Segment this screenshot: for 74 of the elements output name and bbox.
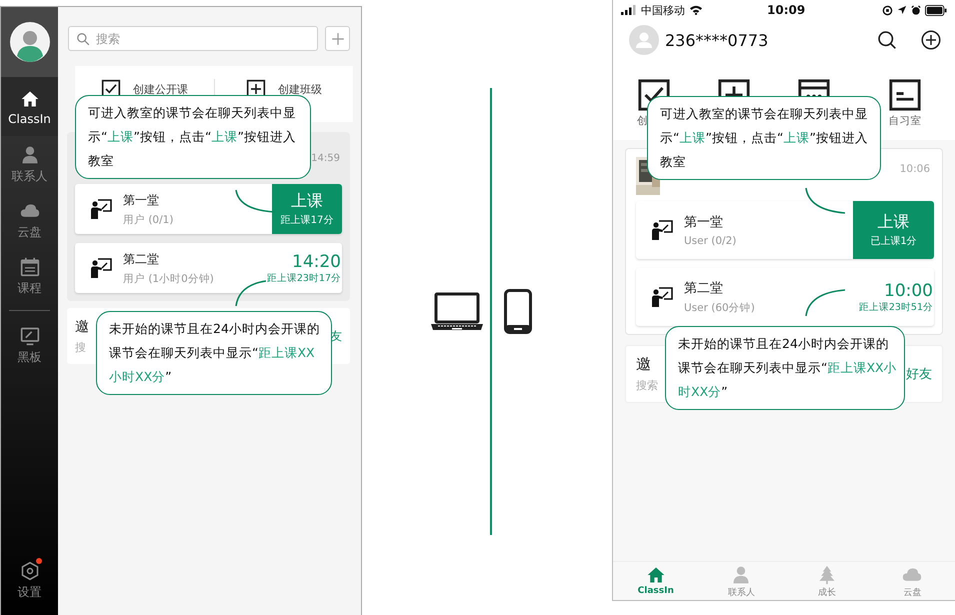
sidebar-item[interactable]: 课程 xyxy=(1,248,58,304)
home-icon xyxy=(646,565,666,585)
lesson-title: 第一堂 xyxy=(684,214,724,231)
note-icon[interactable] xyxy=(888,78,922,112)
rotation-lock-icon xyxy=(882,4,893,16)
tab[interactable]: 成长 xyxy=(784,562,870,600)
battery-icon xyxy=(925,4,947,16)
countdown-text: 距上课23时17分 xyxy=(266,272,341,284)
tab[interactable]: ClassIn xyxy=(613,562,698,600)
lesson-subtitle: User (60分钟) xyxy=(684,301,756,315)
lesson-card[interactable]: 第二堂 用户 (1小时0分钟) 14:20 距上课23时17分 xyxy=(75,243,342,293)
search-icon xyxy=(76,32,90,46)
home-icon xyxy=(20,89,40,109)
signal-icon xyxy=(621,5,637,15)
countdown-text: 距上课23时51分 xyxy=(858,300,933,314)
settings-item[interactable]: 设置 xyxy=(1,552,58,615)
search-icon[interactable] xyxy=(877,30,897,50)
teacher-board-icon xyxy=(650,286,674,308)
teacher-board-icon xyxy=(650,219,674,241)
tab[interactable]: 云盘 xyxy=(870,562,955,600)
quick-action-label: 创 xyxy=(637,114,648,128)
leader-line xyxy=(803,186,848,216)
sidebar-item[interactable]: ClassIn xyxy=(1,77,58,136)
enter-class-button[interactable]: 上课 已上课1分 xyxy=(853,201,934,259)
chat-time: 14:59 xyxy=(311,152,340,164)
avatar[interactable] xyxy=(10,22,50,62)
lesson-subtitle: 用户 (1小时0分钟) xyxy=(123,272,215,286)
location-icon xyxy=(897,5,907,15)
teacher-board-icon xyxy=(89,257,113,279)
invite-title: 邀 xyxy=(75,318,89,336)
invite-link[interactable]: 好友 xyxy=(906,365,932,383)
settings-icon xyxy=(20,561,40,581)
wifi-icon xyxy=(689,5,703,15)
monitor-icon xyxy=(20,326,40,346)
add-icon[interactable] xyxy=(921,30,941,50)
sidebar-item[interactable]: 云盘 xyxy=(1,192,58,248)
callout-text: 未开始的课节且在24小时内会开课的课节会在聊天列表中显示“距上课XX小时XX分” xyxy=(109,320,321,386)
lesson-card[interactable]: 第一堂 User (0/2) 上课 已上课1分 xyxy=(636,201,934,259)
callout-text: 未开始的课节且在24小时内会开课的课节会在聊天列表中显示“距上课XX小时XX分” xyxy=(678,335,898,401)
invite-subtitle: 搜索 xyxy=(636,378,658,393)
lesson-title: 第二堂 xyxy=(123,250,160,268)
teacher-board-icon xyxy=(89,198,113,220)
lesson-title: 第一堂 xyxy=(123,192,160,208)
plus-icon xyxy=(330,32,344,46)
lesson-card[interactable]: 第二堂 User (60分钟) 10:00 距上课23时51分 xyxy=(636,268,934,326)
tree-icon xyxy=(816,565,837,585)
laptop-icon xyxy=(430,292,484,332)
person-icon xyxy=(731,565,752,585)
start-time: 10:00 xyxy=(884,280,933,300)
callout-text: 可进入教室的课节会在聊天列表中显示“上课”按钮，点击“上课”按钮进入教室 xyxy=(88,104,297,170)
quick-action-label: 自习室 xyxy=(888,114,922,128)
sidebar-item[interactable]: 联系人 xyxy=(1,136,58,192)
callout-text: 可进入教室的课节会在聊天列表中显示“上课”按钮，点击“上课”按钮进入教室 xyxy=(660,105,869,171)
lesson-card[interactable]: 第一堂 用户 (0/1) 上课 距上课17分 xyxy=(75,184,342,234)
lesson-title: 第二堂 xyxy=(684,280,724,297)
search-field[interactable]: 搜索 xyxy=(68,26,318,51)
phone-icon xyxy=(504,289,532,334)
leader-line xyxy=(803,287,848,317)
lesson-subtitle: User (0/2) xyxy=(684,235,738,247)
lesson-subtitle: 用户 (0/1) xyxy=(123,212,174,226)
start-time: 14:20 xyxy=(292,252,341,272)
clock: 10:09 xyxy=(767,3,806,17)
enter-class-button[interactable]: 上课 距上课17分 xyxy=(272,184,342,234)
add-button[interactable] xyxy=(325,26,350,51)
carrier-name: 中国移动 xyxy=(641,2,685,18)
account-name: 236****0773 xyxy=(665,30,768,50)
invite-title: 邀 xyxy=(636,355,652,374)
alarm-icon xyxy=(911,4,921,16)
chat-time: 10:06 xyxy=(900,163,930,175)
person-icon xyxy=(20,145,40,165)
calendar-icon xyxy=(20,257,40,277)
tab[interactable]: 联系人 xyxy=(698,562,784,600)
invite-subtitle: 搜 xyxy=(75,340,87,354)
sidebar-item[interactable]: 黑板 xyxy=(1,317,58,373)
